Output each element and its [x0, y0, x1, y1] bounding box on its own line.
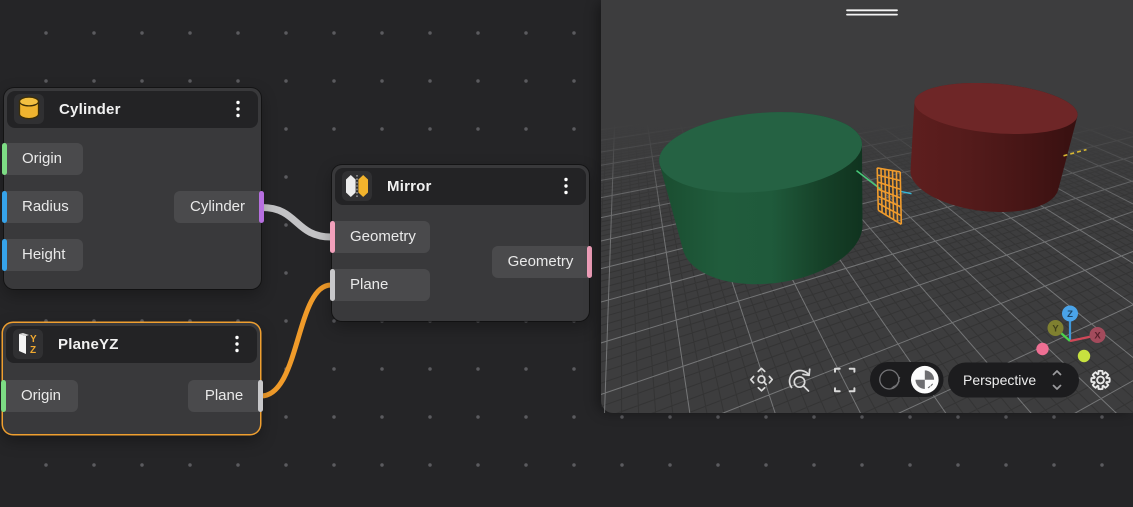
- svg-text:Y: Y: [30, 334, 37, 345]
- svg-text:Z: Z: [1067, 309, 1073, 320]
- svg-text:Z: Z: [30, 345, 36, 356]
- svg-text:Perspective: Perspective: [963, 372, 1036, 388]
- svg-text:Y: Y: [1052, 324, 1059, 335]
- svg-text:X: X: [1094, 331, 1101, 342]
